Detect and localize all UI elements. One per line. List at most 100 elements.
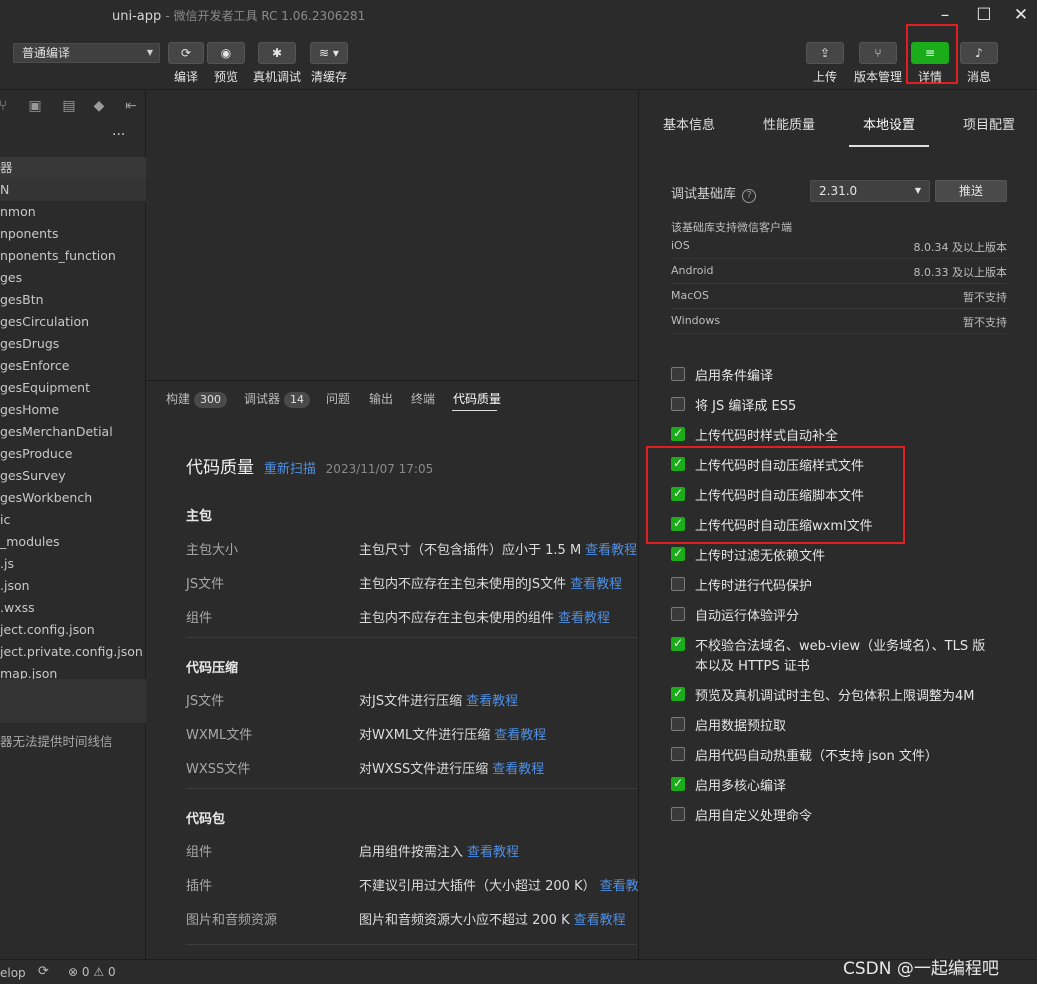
file-tree-item[interactable]: nponents_function bbox=[0, 245, 146, 267]
tab-code-quality[interactable]: 代码质量 bbox=[453, 390, 501, 407]
file-tree-item[interactable]: gesSurvey bbox=[0, 465, 146, 487]
preview-button-label[interactable]: 预览 bbox=[207, 68, 245, 85]
file-tree-item[interactable]: .js bbox=[0, 553, 146, 575]
quality-row-desc: 对WXSS文件进行压缩 查看教程 bbox=[359, 758, 544, 777]
file-tree-item[interactable]: gesCirculation bbox=[0, 311, 146, 333]
git-icon[interactable]: ⑂ bbox=[0, 97, 12, 115]
checkbox-icon[interactable] bbox=[671, 607, 685, 621]
remote-debug-button-label[interactable]: 真机调试 bbox=[250, 68, 304, 85]
setting-option-label: 上传时过滤无依赖文件 bbox=[695, 549, 826, 564]
eye-icon[interactable]: ◉ bbox=[207, 42, 245, 64]
file-tree-item[interactable]: gesDrugs bbox=[0, 333, 146, 355]
extensions-icon[interactable]: ▣ bbox=[26, 97, 44, 115]
tab-debugger[interactable]: 调试器 14 bbox=[244, 390, 311, 408]
layers-icon[interactable]: ≋ ▾ bbox=[310, 42, 348, 64]
collapse-icon[interactable]: ⇤ bbox=[122, 97, 140, 115]
tab-build[interactable]: 构建 300 bbox=[166, 390, 228, 408]
platform-row: iOS 8.0.34 及以上版本 bbox=[671, 234, 1007, 259]
minimize-icon[interactable]: – bbox=[934, 4, 956, 26]
file-tree-item[interactable]: gesMerchanDetial bbox=[0, 421, 146, 443]
help-icon[interactable]: ? bbox=[742, 189, 757, 203]
tab-local-settings[interactable]: 本地设置 bbox=[863, 114, 915, 133]
problems-indicator[interactable]: ⊗ 0 ⚠ 0 bbox=[68, 965, 116, 979]
file-tree-item[interactable]: gesBtn bbox=[0, 289, 146, 311]
view-tutorial-link[interactable]: 查看教程 bbox=[467, 845, 519, 860]
version-manage-button-label[interactable]: 版本管理 bbox=[850, 68, 906, 85]
save-icon[interactable]: ▤ bbox=[60, 97, 78, 115]
compile-button-label[interactable]: 编译 bbox=[168, 68, 204, 85]
lib-version-select[interactable]: 2.31.0 ▼ bbox=[810, 180, 930, 202]
view-tutorial-link[interactable]: 查看教程 bbox=[570, 577, 622, 592]
checkbox-checked-icon[interactable] bbox=[671, 486, 685, 501]
checkbox-icon[interactable] bbox=[671, 397, 685, 411]
file-tree-item[interactable]: 器 bbox=[0, 157, 146, 179]
close-icon[interactable]: ✕ bbox=[1010, 4, 1032, 26]
tab-terminal[interactable]: 终端 bbox=[411, 390, 435, 407]
tab-basic-info[interactable]: 基本信息 bbox=[663, 114, 715, 133]
file-tree-item[interactable]: gesEquipment bbox=[0, 377, 146, 399]
maximize-icon[interactable]: ☐ bbox=[973, 4, 995, 26]
docker-icon[interactable]: ◆ bbox=[90, 97, 108, 115]
tab-performance[interactable]: 性能质量 bbox=[763, 114, 815, 133]
view-tutorial-link[interactable]: 查看教程 bbox=[585, 543, 637, 558]
file-tree-item[interactable]: gesHome bbox=[0, 399, 146, 421]
file-tree-item[interactable]: gesWorkbench bbox=[0, 487, 146, 509]
upload-button-label[interactable]: 上传 bbox=[806, 68, 844, 85]
details-button-label[interactable]: 详情 bbox=[911, 68, 949, 85]
tab-problems[interactable]: 问题 bbox=[326, 390, 350, 407]
sync-icon[interactable]: ⟳ bbox=[38, 964, 49, 979]
section-divider bbox=[186, 788, 637, 789]
view-tutorial-link[interactable]: 查看教程 bbox=[558, 611, 610, 626]
file-tree-item[interactable]: N bbox=[0, 179, 146, 201]
checkbox-icon[interactable] bbox=[671, 747, 685, 761]
file-tree-item[interactable]: gesProduce bbox=[0, 443, 146, 465]
checkbox-icon[interactable] bbox=[671, 577, 685, 591]
checkbox-checked-icon[interactable] bbox=[671, 776, 685, 791]
bell-icon[interactable]: ♪ bbox=[960, 42, 998, 64]
view-tutorial-link[interactable]: 查看教程 bbox=[466, 694, 518, 709]
file-tree-item[interactable]: ject.config.json bbox=[0, 619, 146, 641]
checkbox-checked-icon[interactable] bbox=[671, 686, 685, 701]
title-bar: uni-app - 微信开发者工具 RC 1.06.2306281 – ☐ ✕ bbox=[0, 0, 1037, 30]
quality-row-label: 插件 bbox=[186, 879, 213, 894]
checkbox-checked-icon[interactable] bbox=[671, 636, 685, 651]
push-button[interactable]: 推送 bbox=[935, 180, 1007, 202]
checkbox-icon[interactable] bbox=[671, 717, 685, 731]
rescan-link[interactable]: 重新扫描 bbox=[264, 462, 316, 477]
checkbox-checked-icon[interactable] bbox=[671, 426, 685, 441]
refresh-icon[interactable]: ⟳ bbox=[168, 42, 204, 64]
tab-project-config[interactable]: 项目配置 bbox=[963, 114, 1015, 133]
messages-button-label[interactable]: 消息 bbox=[960, 68, 998, 85]
support-note: 该基础库支持微信客户端 bbox=[671, 221, 792, 234]
error-count: 0 bbox=[81, 965, 90, 979]
view-tutorial-link[interactable]: 查看教程 bbox=[492, 762, 544, 777]
clear-cache-button-label[interactable]: 清缓存 bbox=[307, 68, 351, 85]
file-tree-item[interactable]: .json bbox=[0, 575, 146, 597]
tab-output[interactable]: 输出 bbox=[369, 390, 393, 407]
file-tree-item[interactable]: .wxss bbox=[0, 597, 146, 619]
branch-icon[interactable]: ⑂ bbox=[859, 42, 897, 64]
file-tree-item[interactable]: _modules bbox=[0, 531, 146, 553]
checkbox-icon[interactable] bbox=[671, 807, 685, 821]
quality-row-text: 不建议引用过大插件（大小超过 200 K） bbox=[359, 879, 596, 894]
upload-icon[interactable]: ⇪ bbox=[806, 42, 844, 64]
file-tree-item[interactable]: gesEnforce bbox=[0, 355, 146, 377]
checkbox-checked-icon[interactable] bbox=[671, 516, 685, 531]
checkbox-icon[interactable] bbox=[671, 367, 685, 381]
menu-icon[interactable]: ≡ bbox=[911, 42, 949, 64]
file-tree-item[interactable]: nmon bbox=[0, 201, 146, 223]
file-tree-item[interactable]: ges bbox=[0, 267, 146, 289]
checkbox-checked-icon[interactable] bbox=[671, 456, 685, 471]
file-tree-item[interactable]: ject.private.config.json bbox=[0, 641, 146, 663]
compile-mode-select[interactable]: 普通编译 ▼ bbox=[13, 43, 160, 63]
view-tutorial-link[interactable]: 查看教程 bbox=[574, 913, 626, 928]
setting-option-label: 自动运行体验评分 bbox=[695, 609, 800, 624]
checkbox-checked-icon[interactable] bbox=[671, 546, 685, 561]
bug-icon[interactable]: ✱ bbox=[258, 42, 296, 64]
more-actions-icon[interactable]: ··· bbox=[112, 127, 125, 143]
quality-row-desc: 主包尺寸（不包含插件）应小于 1.5 M 查看教程 bbox=[359, 539, 637, 558]
file-tree-item[interactable]: nponents bbox=[0, 223, 146, 245]
view-tutorial-link[interactable]: 查看教程 bbox=[494, 728, 546, 743]
quality-row-text: 对JS文件进行压缩 bbox=[359, 694, 463, 709]
file-tree-item[interactable]: ic bbox=[0, 509, 146, 531]
